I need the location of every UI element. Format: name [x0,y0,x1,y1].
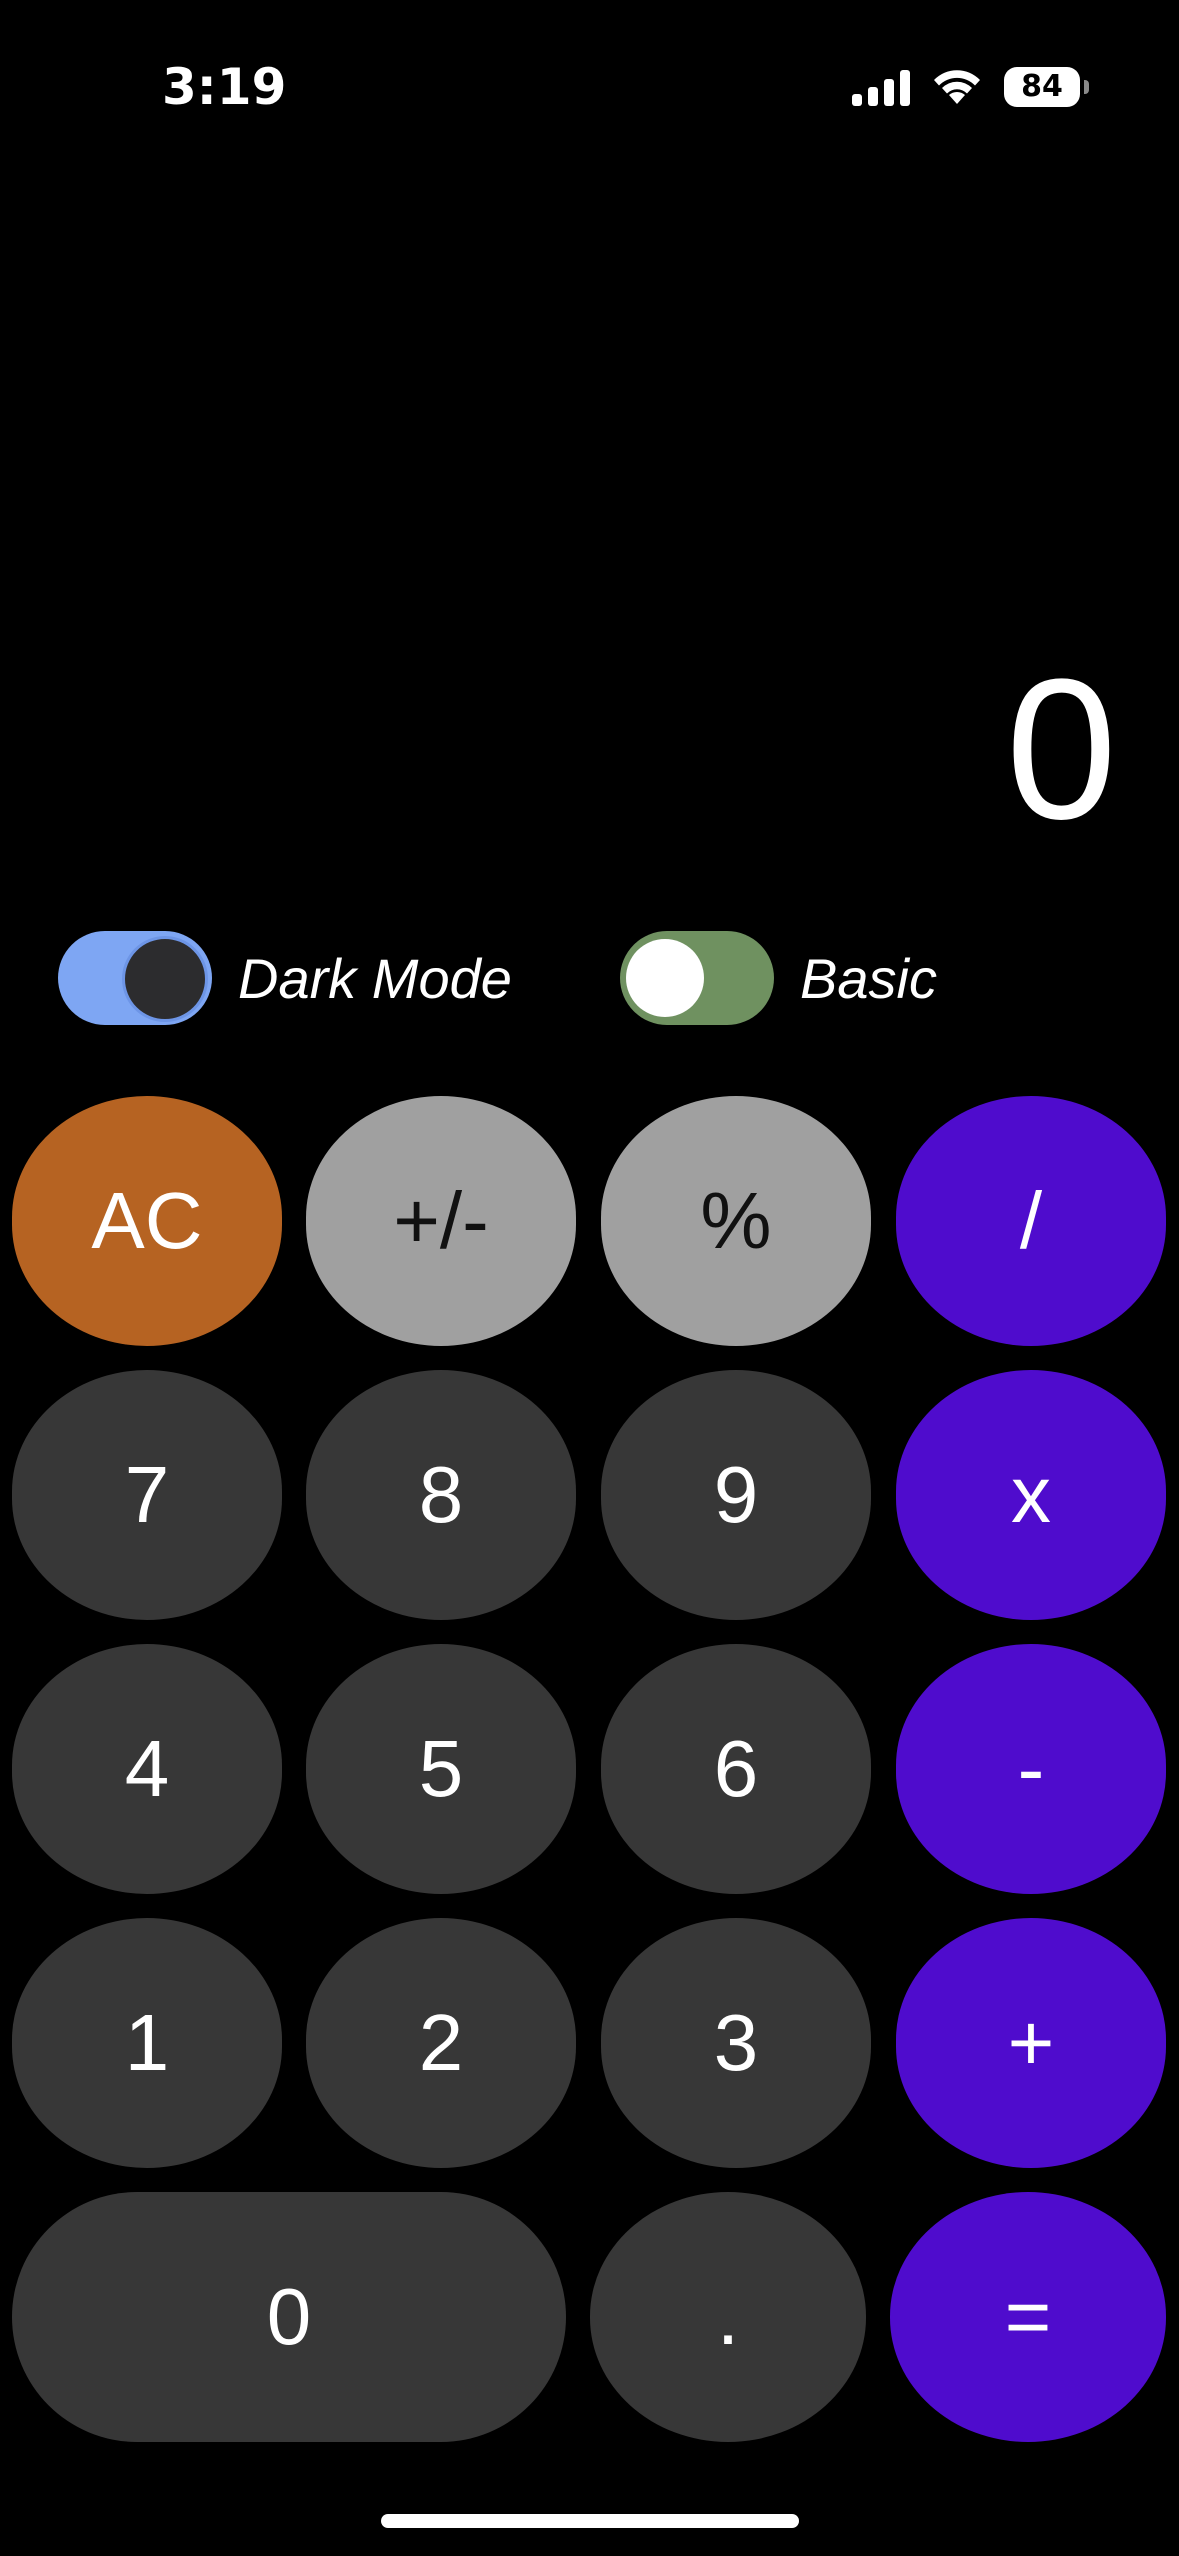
digit-0-button[interactable]: 0 [12,2192,566,2442]
subtract-button[interactable]: - [896,1644,1166,1894]
digit-3-button[interactable]: 3 [601,1918,871,2168]
digit-4-button[interactable]: 4 [12,1644,282,1894]
settings-toggles: Dark Mode Basic [58,930,1118,1026]
digit-8-button[interactable]: 8 [306,1370,576,1620]
equals-button[interactable]: = [890,2192,1166,2442]
dark-mode-toggle-group: Dark Mode [58,930,512,1026]
digit-2-button[interactable]: 2 [306,1918,576,2168]
toggle-knob [122,936,208,1022]
battery-level: 84 [1021,69,1063,104]
percent-button[interactable]: % [601,1096,871,1346]
digit-6-button[interactable]: 6 [601,1644,871,1894]
dark-mode-toggle[interactable] [58,931,212,1025]
digit-1-button[interactable]: 1 [12,1918,282,2168]
cellular-signal-icon [852,68,910,106]
multiply-button[interactable]: x [896,1370,1166,1620]
plus-minus-button[interactable]: +/- [306,1096,576,1346]
digit-7-button[interactable]: 7 [12,1370,282,1620]
add-button[interactable]: + [896,1918,1166,2168]
calculator-display: 0 [1005,638,1117,861]
digit-9-button[interactable]: 9 [601,1370,871,1620]
basic-toggle[interactable] [620,931,774,1025]
decimal-point-button[interactable]: . [590,2192,866,2442]
status-time: 3:19 [162,58,287,116]
dark-mode-label: Dark Mode [238,946,512,1010]
divide-button[interactable]: / [896,1096,1166,1346]
status-icons: 84 [852,64,1089,110]
home-indicator[interactable] [381,2514,799,2528]
digit-5-button[interactable]: 5 [306,1644,576,1894]
basic-label: Basic [800,946,937,1010]
all-clear-button[interactable]: AC [12,1096,282,1346]
basic-toggle-group: Basic [620,930,937,1026]
battery-icon: 84 [1004,67,1089,107]
wifi-icon [934,70,980,104]
toggle-knob [626,939,704,1017]
